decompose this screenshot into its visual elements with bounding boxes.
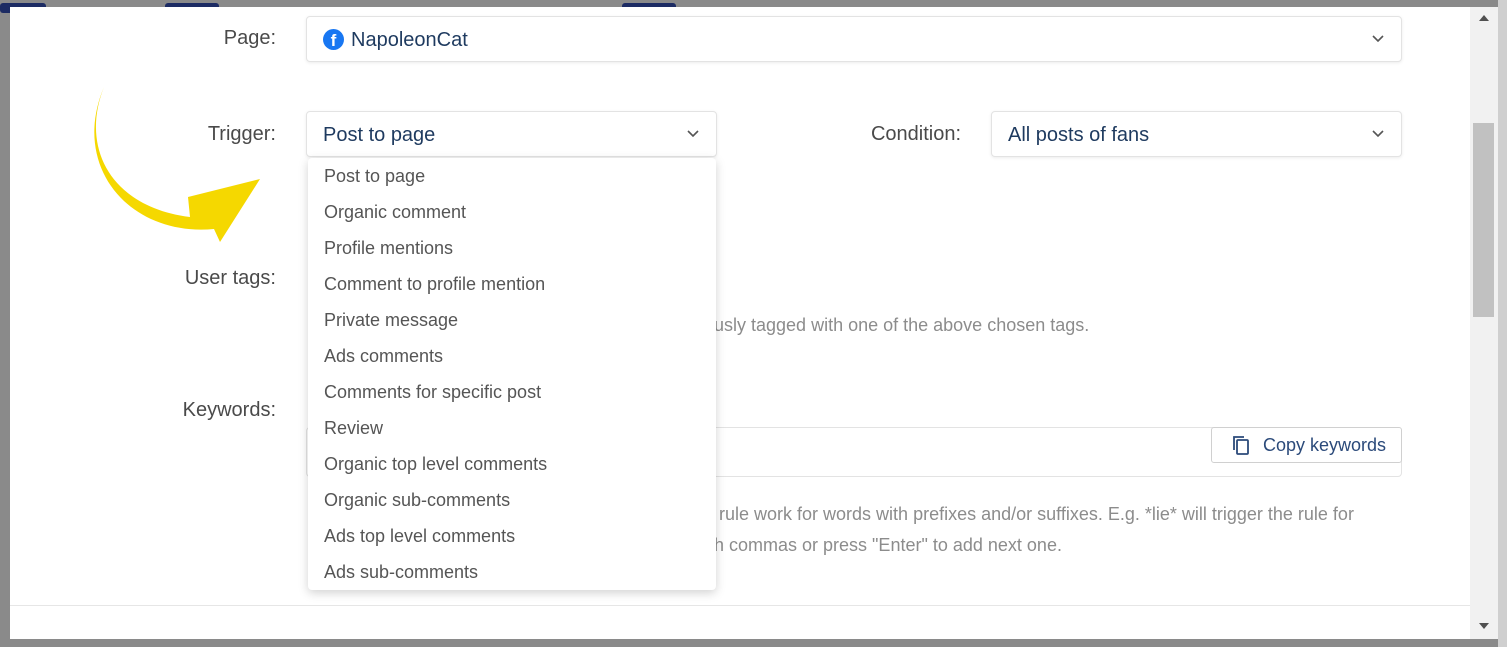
dropdown-option-organic-comment[interactable]: Organic comment <box>324 202 466 223</box>
copy-keywords-label: Copy keywords <box>1263 435 1387 455</box>
dropdown-option-organic-sub-comments[interactable]: Organic sub-comments <box>324 490 510 511</box>
scrollbar-thumb[interactable] <box>1473 123 1494 317</box>
keywords-helper-line1: e rule work for words with prefixes and/… <box>704 504 1354 524</box>
trigger-dropdown-menu: Post to page Organic comment Profile men… <box>308 158 716 590</box>
condition-select[interactable]: All posts of fans <box>991 111 1402 157</box>
dropdown-option-comment-to-profile-mention[interactable]: Comment to profile mention <box>324 274 545 295</box>
scroll-up-icon[interactable] <box>1478 13 1490 23</box>
automation-rule-modal: Page: f NapoleonCat Trigger: Post to pag… <box>10 7 1470 639</box>
dropdown-option-ads-top-level-comments[interactable]: Ads top level comments <box>324 526 515 547</box>
keywords-helper-line2: h commas or press "Enter" to add next on… <box>714 535 1062 555</box>
condition-select-value: All posts of fans <box>1008 124 1150 146</box>
condition-label: Condition: <box>870 123 961 145</box>
dropdown-option-ads-sub-comments[interactable]: Ads sub-comments <box>324 562 478 583</box>
background-edge <box>1498 0 1507 647</box>
dropdown-option-comments-for-specific-post[interactable]: Comments for specific post <box>324 382 541 403</box>
facebook-icon: f <box>323 29 344 50</box>
annotation-arrow-icon <box>94 87 261 242</box>
trigger-select-value: Post to page <box>323 124 436 146</box>
modal-scrollbar[interactable] <box>1470 7 1498 639</box>
copy-icon <box>1233 436 1249 455</box>
user-tags-label: User tags: <box>184 267 276 289</box>
trigger-select[interactable]: Post to page <box>306 111 717 157</box>
page-select[interactable]: f NapoleonCat <box>306 16 1402 62</box>
dropdown-option-organic-top-level-comments[interactable]: Organic top level comments <box>324 454 547 475</box>
dropdown-option-review[interactable]: Review <box>324 418 383 439</box>
page-label: Page: <box>223 27 276 49</box>
keywords-label: Keywords: <box>182 399 276 421</box>
dropdown-option-post-to-page[interactable]: Post to page <box>324 166 425 187</box>
modal-footer-divider <box>10 605 1470 606</box>
scroll-down-icon[interactable] <box>1478 621 1490 631</box>
dropdown-option-private-message[interactable]: Private message <box>324 310 458 331</box>
user-tags-helper-text: usly tagged with one of the above chosen… <box>714 315 1090 335</box>
chevron-down-icon <box>687 130 699 138</box>
chevron-down-icon <box>1372 35 1384 43</box>
copy-keywords-button[interactable]: Copy keywords <box>1211 427 1402 463</box>
chevron-down-icon <box>1372 130 1384 138</box>
dropdown-option-ads-comments[interactable]: Ads comments <box>324 346 443 367</box>
page-select-value: NapoleonCat <box>351 29 468 51</box>
dropdown-option-profile-mentions[interactable]: Profile mentions <box>324 238 453 259</box>
